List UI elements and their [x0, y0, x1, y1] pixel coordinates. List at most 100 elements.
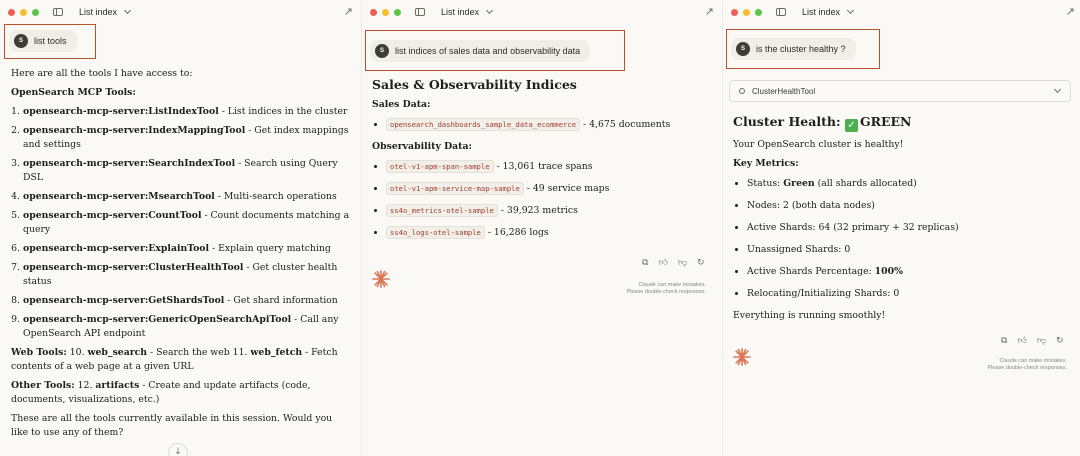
assistant-response: Cluster Health: ✓ GREEN Your OpenSearch c… [733, 115, 1073, 328]
chevron-down-icon[interactable] [1053, 85, 1062, 94]
sidebar-toggle-icon[interactable] [53, 8, 63, 16]
tool-name: opensearch-mcp-server:ClusterHealthTool [23, 262, 244, 273]
list-item: opensearch-mcp-server:CountTool - Count … [23, 209, 351, 237]
user-message: S is the cluster healthy ? [731, 38, 856, 60]
minimize-window-button[interactable] [20, 8, 27, 16]
disclaimer-line: Please double-check responses. [987, 365, 1068, 371]
sales-index-list: opensearch_dashboards_sample_data_ecomme… [372, 118, 712, 132]
user-message: S list tools [9, 30, 77, 52]
maximize-window-button[interactable] [32, 8, 39, 16]
retry-icon[interactable]: ↻ [697, 258, 705, 268]
user-message-text: list indices of sales data and observabi… [395, 46, 581, 56]
avatar[interactable]: S [375, 44, 389, 58]
heading-status: GREEN [859, 114, 912, 129]
index-info: - 13,061 trace spans [493, 161, 593, 172]
chat-title[interactable]: List index [802, 7, 840, 17]
user-message-text: list tools [34, 36, 67, 46]
window-titlebar: List index ↗ [0, 0, 359, 24]
share-icon[interactable]: ↗ [344, 5, 353, 18]
other-tools-label: Other Tools: [11, 380, 75, 391]
window-controls [8, 8, 39, 16]
avatar[interactable]: S [736, 42, 750, 56]
share-icon[interactable]: ↗ [1066, 5, 1075, 18]
share-icon[interactable]: ↗ [705, 5, 714, 18]
chevron-down-icon[interactable] [846, 6, 855, 15]
chevron-down-icon[interactable] [485, 6, 494, 15]
message-actions: ⧉ 👍︎ 👎︎ ↻ [1001, 336, 1064, 346]
web-tools-label: Web Tools: [11, 347, 67, 358]
key-metrics-heading: Key Metrics: [733, 158, 799, 169]
list-item: ss4o_metrics-otel-sample - 39,923 metric… [372, 204, 712, 218]
close-window-button[interactable] [370, 8, 377, 16]
list-item: Nodes: 2 (both data nodes) [733, 199, 1073, 213]
index-name: ss4o_logs-otel-sample [386, 226, 485, 239]
list-item: opensearch-mcp-server:GenericOpenSearchA… [23, 313, 351, 341]
minimize-window-button[interactable] [743, 8, 750, 16]
sidebar-toggle-icon[interactable] [415, 8, 425, 16]
tool-call-dropdown[interactable]: ClusterHealthTool [729, 80, 1071, 102]
close-window-button[interactable] [8, 8, 15, 16]
mcp-tools-heading: OpenSearch MCP Tools: [11, 87, 136, 98]
tool-name: opensearch-mcp-server:ExplainTool [23, 243, 210, 254]
list-item: ss4o_logs-otel-sample - 16,286 logs [372, 226, 712, 240]
list-item: opensearch-mcp-server:ClusterHealthTool … [23, 261, 351, 289]
list-item: opensearch-mcp-server:IndexMappingTool -… [23, 124, 351, 152]
health-summary: Your OpenSearch cluster is healthy! [733, 139, 904, 150]
web-search-desc: - Search the web 11. [147, 347, 251, 358]
tool-desc: - Multi-search operations [214, 191, 337, 202]
retry-icon[interactable]: ↻ [1056, 336, 1064, 346]
list-item: otel-v1-apm-service-map-sample - 49 serv… [372, 182, 712, 196]
web-tools-paragraph: Web Tools: 10. web_search - Search the w… [11, 346, 351, 374]
web-fetch-name: web_fetch [250, 347, 303, 358]
index-info: - 49 service maps [523, 183, 610, 194]
maximize-window-button[interactable] [394, 8, 401, 16]
arrow-down-icon[interactable]: ↓ [168, 443, 188, 456]
chat-title[interactable]: List index [441, 7, 479, 17]
thumbs-down-icon[interactable]: 👎︎ [678, 258, 687, 268]
list-item: Relocating/Initializing Shards: 0 [733, 287, 1073, 301]
close-window-button[interactable] [731, 8, 738, 16]
artifacts-name: artifacts [95, 380, 140, 391]
thumbs-down-icon[interactable]: 👎︎ [1037, 336, 1046, 346]
tool-name: opensearch-mcp-server:IndexMappingTool [23, 125, 246, 136]
tool-call-name: ClusterHealthTool [752, 86, 816, 96]
copy-icon[interactable]: ⧉ [642, 258, 648, 268]
tool-desc: - List indices in the cluster [218, 106, 348, 117]
chat-panel-list-indices: List index ↗ S list indices of sales dat… [361, 0, 720, 456]
disclaimer: Claude can make mistakes. Please double-… [582, 282, 707, 296]
tool-name: opensearch-mcp-server:GenericOpenSearchA… [23, 314, 292, 325]
minimize-window-button[interactable] [382, 8, 389, 16]
copy-icon[interactable]: ⧉ [1001, 336, 1007, 346]
index-info: - 4,675 documents [580, 119, 671, 130]
thumbs-up-icon[interactable]: 👍︎ [1017, 336, 1026, 346]
response-intro: Here are all the tools I have access to: [11, 68, 193, 79]
metric-label: Active Shards Percentage: [747, 266, 875, 277]
chat-title[interactable]: List index [79, 7, 117, 17]
claude-spark-icon [733, 348, 751, 366]
other-num: 12. [74, 380, 96, 391]
chevron-down-icon[interactable] [123, 6, 132, 15]
chat-panel-list-tools: List index ↗ S list tools Here are all t… [0, 0, 359, 456]
tool-name: opensearch-mcp-server:GetShardsTool [23, 295, 225, 306]
disclaimer: Claude can make mistakes. Please double-… [943, 358, 1068, 372]
list-item: opensearch_dashboards_sample_data_ecomme… [372, 118, 712, 132]
other-tools-paragraph: Other Tools: 12. artifacts - Create and … [11, 379, 351, 407]
sales-data-heading: Sales Data: [372, 99, 431, 110]
web-search-name: web_search [87, 347, 148, 358]
maximize-window-button[interactable] [755, 8, 762, 16]
index-name: opensearch_dashboards_sample_data_ecomme… [386, 118, 581, 131]
avatar[interactable]: S [14, 34, 28, 48]
list-item: opensearch-mcp-server:MsearchTool - Mult… [23, 190, 351, 204]
user-message: S list indices of sales data and observa… [370, 40, 591, 62]
check-icon: ✓ [844, 119, 858, 132]
sidebar-toggle-icon[interactable] [776, 8, 786, 16]
tool-desc: - Explain query matching [209, 243, 331, 254]
list-item: Active Shards Percentage: 100% [733, 265, 1073, 279]
tool-name: opensearch-mcp-server:MsearchTool [23, 191, 215, 202]
thumbs-up-icon[interactable]: 👍︎ [658, 258, 667, 268]
disclaimer-line: Claude can make mistakes. [638, 282, 706, 288]
claude-spark-icon [372, 270, 390, 288]
message-actions: ⧉ 👍︎ 👎︎ ↻ [642, 258, 705, 268]
metrics-list: Status: Green (all shards allocated) Nod… [733, 177, 1073, 301]
response-outro: These are all the tools currently availa… [11, 413, 333, 438]
